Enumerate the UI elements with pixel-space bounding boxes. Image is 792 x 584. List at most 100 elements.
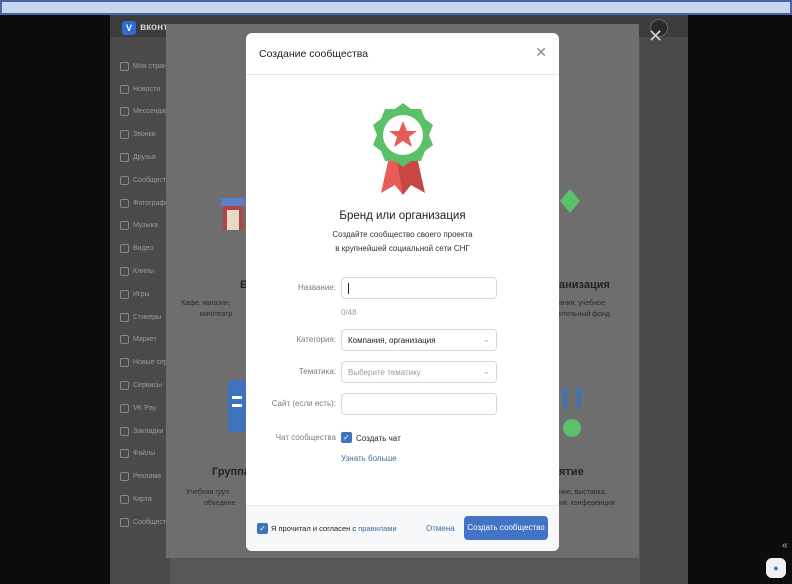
modal-heading: Бренд или организация [339, 210, 466, 222]
site-field[interactable] [341, 393, 497, 415]
sidebar-item-icon [120, 381, 129, 391]
sidebar-item-icon [120, 335, 129, 345]
sidebar-item[interactable]: Моя страница [120, 55, 179, 78]
background-sidebar: Моя страница Новости Мессенджер Звонки Друзь… [120, 55, 184, 534]
sidebar-item[interactable]: Сообщества [120, 169, 174, 192]
modal-title: Создание сообщества [259, 48, 369, 60]
sidebar-item-label: Стикеры [133, 313, 162, 321]
name-label: Название: [298, 283, 336, 292]
category-label: Категория: [296, 335, 336, 344]
sidebar-item-icon [120, 221, 129, 231]
category-select[interactable]: Компания, организация ⌄ [341, 329, 497, 351]
sidebar-item-label: Музыка [133, 222, 158, 230]
card-text-event-2: ия, конференция [559, 500, 615, 507]
sidebar-item[interactable]: Фотографии [120, 192, 173, 215]
card-text-org-2: ительный фонд [559, 311, 610, 318]
sidebar-item-label: VK Pay [133, 404, 157, 412]
shop-illustration [221, 198, 245, 230]
sidebar-item[interactable]: Новости [120, 78, 170, 101]
card-text-event-1: ние, выставка, [559, 489, 607, 496]
sidebar-item-icon [120, 61, 129, 71]
sidebar-item[interactable]: Сообщества [120, 511, 174, 534]
agree-checkbox[interactable]: ✓ [257, 523, 268, 534]
modal-footer: ✓ Я прочитал и согласен с правилами Отме… [246, 505, 559, 551]
sidebar-item-icon [120, 426, 129, 436]
chevron-down-icon: ⌄ [482, 334, 490, 344]
sidebar-item-icon [120, 267, 129, 277]
card-text-group-2: объедине [204, 500, 236, 507]
sidebar-item[interactable]: Музыка [120, 215, 170, 238]
overlay-close-icon[interactable]: ✕ [648, 26, 663, 47]
sidebar-item-label: Видео [133, 245, 154, 253]
sidebar-item[interactable]: Реклама [120, 465, 170, 488]
sidebar-item-icon [120, 449, 129, 459]
sidebar-item-icon [120, 175, 129, 185]
learn-more-link[interactable]: Узнать больше [341, 454, 397, 463]
sidebar-item-icon [120, 244, 129, 254]
sidebar-item[interactable]: Мессенджер [120, 101, 174, 124]
card-title-org: анизация [559, 279, 610, 291]
sidebar-item-label: Сервисы [133, 382, 163, 390]
create-chat-label[interactable]: Создать чат [356, 434, 401, 443]
chat-label: Чат сообщества [275, 433, 336, 442]
sidebar-item-icon [120, 495, 129, 505]
text-caret [348, 283, 349, 294]
sidebar-item-label: Новости [133, 85, 161, 93]
sidebar-item[interactable]: Новые сервисы [120, 351, 184, 374]
create-community-modal: Создание сообщества ✕ Бренд или организа… [246, 33, 559, 551]
rules-link[interactable]: правилами [358, 524, 396, 533]
name-counter: 0/48 [341, 308, 357, 317]
sidebar-item[interactable]: Игры [120, 283, 170, 306]
create-community-button[interactable]: Создать сообщество [464, 516, 548, 540]
sidebar-item[interactable]: Звонки [120, 123, 170, 146]
sidebar-item[interactable]: Стикеры [120, 306, 170, 329]
sidebar-item-label: Реклама [133, 473, 162, 481]
sidebar-item-label: Файлы [133, 450, 156, 458]
sidebar-item[interactable]: Клипы [120, 260, 170, 283]
chat-bubble-icon[interactable]: ● [766, 558, 786, 578]
chevron-left-icon[interactable]: « [782, 540, 788, 551]
card-text-business-2: кинотеатр [199, 311, 233, 318]
sidebar-item[interactable]: Карта [120, 488, 170, 511]
event-illustration [563, 388, 581, 437]
sidebar-item-label: Звонки [133, 131, 156, 139]
sidebar-item-icon [120, 312, 129, 322]
agree-text: Я прочитал и согласен с правилами [271, 524, 397, 533]
sidebar-item-icon [120, 517, 129, 527]
sidebar-item[interactable]: Сервисы [120, 374, 170, 397]
close-icon[interactable]: ✕ [535, 44, 547, 61]
modal-subtitle-line2: в крупнейшей социальной сети СНГ [335, 244, 470, 253]
sidebar-item-icon [120, 198, 129, 208]
sidebar-item[interactable]: Друзья [120, 146, 170, 169]
cancel-button[interactable]: Отмена [426, 524, 455, 533]
sidebar-item[interactable]: Маркет [120, 329, 170, 352]
sidebar-item-icon [120, 130, 129, 140]
modal-subtitle-line1: Создайте сообщество своего проекта [332, 230, 473, 239]
card-text-business-1: Кафе, магазин, [181, 300, 231, 307]
sidebar-item-icon [120, 472, 129, 482]
award-badge-icon [373, 103, 433, 195]
vk-logo-icon: V [122, 21, 136, 35]
sidebar-item[interactable]: Файлы [120, 443, 170, 466]
sidebar-item[interactable]: Закладки [120, 420, 170, 443]
card-text-group-1: Учебная груп [186, 489, 230, 496]
create-chat-checkbox[interactable]: ✓ [341, 432, 352, 443]
sidebar-item-icon [120, 289, 129, 299]
chevron-down-icon: ⌄ [482, 366, 490, 376]
category-value: Компания, организация [348, 336, 436, 345]
sidebar-item[interactable]: Видео [120, 237, 170, 260]
site-label: Сайт (если есть): [271, 399, 336, 408]
sidebar-item-icon [120, 403, 129, 413]
topic-label: Тематика: [298, 367, 336, 376]
modal-header: Создание сообщества ✕ [246, 33, 559, 75]
group-illustration [228, 380, 246, 432]
org-illustration [560, 189, 580, 213]
agree-prefix: Я прочитал и согласен с [271, 524, 359, 533]
topic-select[interactable]: Выберите тематику ⌄ [341, 361, 497, 383]
sidebar-item-label: Клипы [133, 268, 154, 276]
sidebar-item-label: Карта [133, 496, 152, 504]
sidebar-item-label: Закладки [133, 427, 164, 435]
sidebar-item[interactable]: VK Pay [120, 397, 170, 420]
sidebar-item-label: Маркет [133, 336, 157, 344]
name-field[interactable] [341, 277, 497, 299]
